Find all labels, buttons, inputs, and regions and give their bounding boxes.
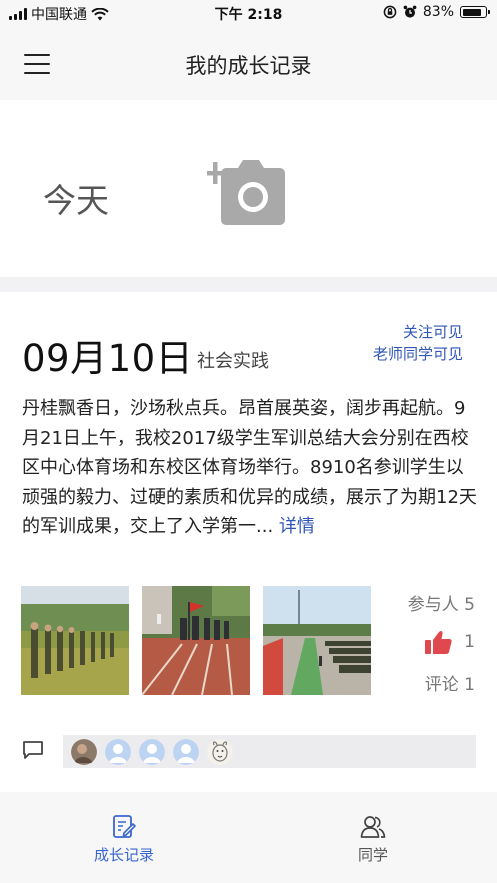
post-body: 丹桂飘香日，沙场秋点兵。昂首展英姿，阔步再起航。9月21日上午，我校2017级学… bbox=[22, 394, 480, 542]
avatar[interactable] bbox=[105, 738, 131, 765]
status-right: 83% bbox=[383, 4, 490, 20]
alarm-icon bbox=[403, 5, 417, 18]
photo-gallery bbox=[21, 586, 371, 695]
like-count: 1 bbox=[464, 632, 475, 652]
visibility-followers-link[interactable]: 关注可见 bbox=[403, 321, 463, 342]
tab-bar: 成长记录 同学 bbox=[0, 792, 497, 883]
comment-icon[interactable] bbox=[22, 740, 44, 760]
visibility-teachers-link[interactable]: 老师同学可见 bbox=[373, 343, 463, 364]
tab-classmates[interactable]: 同学 bbox=[323, 814, 423, 865]
avatar[interactable] bbox=[139, 738, 165, 765]
people-icon bbox=[360, 816, 386, 838]
post-card: 09月10日 社会实践 关注可见 老师同学可见 丹桂飘香日，沙场秋点兵。昂首展英… bbox=[0, 292, 497, 792]
like-button[interactable]: 1 bbox=[425, 630, 475, 654]
post-date: 09月10日 bbox=[22, 337, 194, 380]
military-march-photo[interactable] bbox=[21, 586, 129, 695]
avatar[interactable] bbox=[173, 738, 199, 765]
today-card: 今天 bbox=[0, 100, 497, 277]
avatar[interactable] bbox=[207, 738, 233, 765]
tab-growth-record-label: 成长记录 bbox=[93, 846, 154, 864]
battery-percent: 83% bbox=[422, 4, 454, 20]
navigation-bar: 我的成长记录 bbox=[0, 28, 497, 100]
details-link[interactable]: 详情 bbox=[279, 516, 315, 537]
post-category: 社会实践 bbox=[197, 351, 269, 372]
avatar[interactable] bbox=[71, 738, 97, 765]
battery-icon bbox=[460, 6, 490, 18]
stadium-assembly-photo[interactable] bbox=[263, 586, 371, 695]
tab-growth-record[interactable]: 成长记录 bbox=[74, 814, 174, 865]
participants-count: 参与人 5 bbox=[407, 595, 475, 615]
edit-note-icon bbox=[113, 815, 136, 838]
thumbs-up-icon bbox=[425, 630, 452, 654]
orientation-lock-icon bbox=[383, 5, 397, 19]
post-text: 丹桂飘香日，沙场秋点兵。昂首展英姿，阔步再起航。9月21日上午，我校2017级学… bbox=[22, 398, 477, 537]
page-title: 我的成长记录 bbox=[185, 54, 312, 78]
participant-avatars[interactable] bbox=[63, 735, 476, 768]
camera-plus-icon[interactable] bbox=[207, 155, 287, 227]
flag-parade-photo[interactable] bbox=[142, 586, 250, 695]
tab-classmates-label: 同学 bbox=[357, 846, 388, 864]
today-label: 今天 bbox=[43, 181, 109, 220]
comments-count[interactable]: 评论 1 bbox=[425, 670, 475, 695]
status-bar: 中国联通 下午 2:18 83% bbox=[0, 0, 497, 28]
